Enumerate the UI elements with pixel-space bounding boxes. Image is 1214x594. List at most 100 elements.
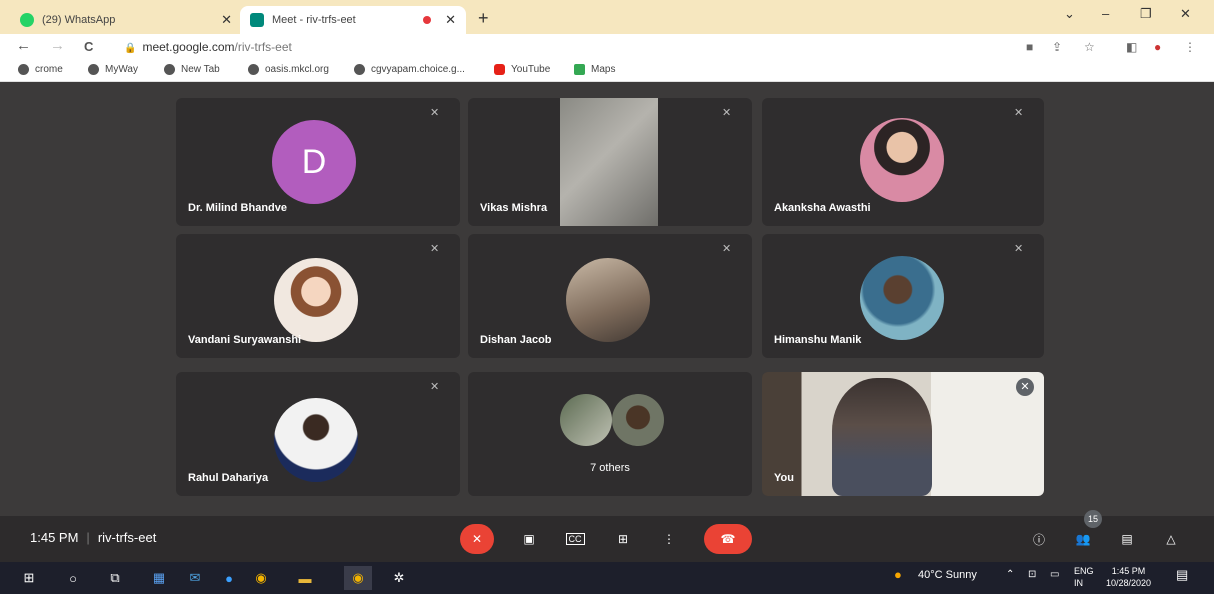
participant-name: Vandani Suryawanshi	[188, 334, 302, 346]
clock[interactable]: 1:45 PM 10/28/2020	[1106, 565, 1151, 589]
share-icon[interactable]: ⇪	[1052, 40, 1062, 54]
minimize-button[interactable]: –	[1102, 6, 1109, 21]
network-icon[interactable]: ⊡	[1028, 569, 1036, 580]
more-vert-icon: ⋮	[663, 532, 675, 546]
present-icon: ⊞	[617, 532, 629, 546]
bookmark-myway[interactable]: MyWay	[88, 64, 138, 75]
tab-search-icon[interactable]: ⌄	[1064, 6, 1075, 22]
close-tab-icon[interactable]: ✕	[445, 12, 456, 28]
back-button[interactable]: ←	[16, 37, 31, 54]
participant-tile[interactable]: ✕ Akanksha Awasthi	[762, 98, 1044, 226]
meet-icon	[250, 13, 264, 27]
mic-off-icon: ✕	[430, 107, 440, 119]
whatsapp-icon	[20, 13, 34, 27]
browser-tab-bar: (29) WhatsApp ✕ Meet - riv-trfs-eet ✕ + …	[0, 0, 1214, 34]
store-icon[interactable]: ▦	[150, 570, 168, 586]
chrome-icon[interactable]: ◉	[252, 570, 270, 586]
globe-icon	[354, 64, 365, 75]
bookmark-crome[interactable]: crome	[18, 64, 63, 75]
meeting-time: 1:45 PM	[30, 530, 79, 545]
search-icon[interactable]: ○	[64, 570, 82, 586]
new-tab-button[interactable]: +	[478, 8, 489, 29]
captions-icon: CC	[565, 533, 585, 545]
mic-off-icon: ✕	[430, 243, 440, 255]
url-path: /riv-trfs-eet	[234, 40, 292, 54]
present-button[interactable]: ⊞	[606, 524, 640, 554]
chrome-active-icon[interactable]: ◉	[344, 566, 372, 590]
meeting-details: 1:45 PM | riv-trfs-eet	[30, 530, 157, 545]
end-call-icon: ☎	[720, 532, 736, 546]
mic-toggle-button[interactable]: ✕	[460, 524, 494, 554]
tray-chevron-icon[interactable]: ⌃	[1006, 569, 1014, 580]
bookmark-maps[interactable]: Maps	[574, 64, 615, 75]
participant-name: You	[774, 472, 794, 484]
globe-icon	[248, 64, 259, 75]
more-options-button[interactable]: ⋮	[652, 524, 686, 554]
restore-button[interactable]: ❐	[1140, 6, 1152, 22]
edge-icon[interactable]: ●	[220, 570, 238, 586]
tab-meet[interactable]: Meet - riv-trfs-eet ✕	[240, 6, 466, 34]
bookmark-youtube[interactable]: YouTube	[494, 64, 550, 75]
mic-off-icon: ✕	[471, 532, 483, 546]
chat-icon: ▤	[1121, 532, 1133, 546]
mail-icon[interactable]: ✉	[186, 570, 204, 586]
bookmark-cgvyapam[interactable]: cgvyapam.choice.g...	[354, 64, 465, 75]
participant-name: Rahul Dahariya	[188, 472, 269, 484]
menu-icon[interactable]: ⋮	[1184, 40, 1196, 54]
recording-indicator-icon	[423, 16, 432, 24]
mic-off-icon: ✕	[722, 243, 732, 255]
globe-icon	[18, 64, 29, 75]
close-tab-icon[interactable]: ✕	[221, 12, 232, 28]
bookmark-star-icon[interactable]: ☆	[1084, 40, 1095, 54]
participant-tile[interactable]: ✕ Rahul Dahariya	[176, 372, 460, 496]
leave-call-button[interactable]: ☎	[704, 524, 752, 554]
globe-icon	[164, 64, 175, 75]
meeting-info-button[interactable]: ⓘ	[1022, 524, 1056, 554]
activities-button[interactable]: △	[1154, 524, 1188, 554]
url-host: meet.google.com	[142, 40, 235, 54]
windows-start-icon[interactable]: ⊞	[20, 570, 38, 586]
url-field[interactable]: 🔒 meet.google.com/riv-trfs-eet	[124, 40, 292, 54]
side-panel-icon[interactable]: ◧	[1126, 40, 1137, 54]
maps-icon	[574, 64, 585, 75]
avatar	[860, 256, 944, 340]
meeting-controls-bar: 1:45 PM | riv-trfs-eet ✕ ▣ CC ⊞ ⋮ ☎ ⓘ 👥 ▤ …	[0, 516, 1214, 562]
battery-icon[interactable]: ▭	[1050, 569, 1059, 580]
notifications-icon[interactable]: ▤	[1176, 567, 1188, 583]
file-explorer-icon[interactable]: ▬	[296, 570, 314, 586]
others-label: 7 others	[590, 462, 630, 474]
forward-button[interactable]: →	[50, 37, 65, 54]
participant-tile[interactable]: ✕ D Dr. Milind Bhandve	[176, 98, 460, 226]
participant-name: Dr. Milind Bhandve	[188, 202, 288, 214]
mic-off-icon: ✕	[1014, 107, 1024, 119]
weather-text[interactable]: 40°C Sunny	[918, 569, 977, 581]
windows-taskbar: ⊞ ○ ⧉ ▦ ✉ ● ◉ ▬ ◉ ✲ ● 40°C Sunny ⌃ ⊡ ▭ E…	[0, 562, 1214, 594]
participant-name: Akanksha Awasthi	[774, 202, 871, 214]
language-indicator[interactable]: ENG IN	[1074, 565, 1094, 589]
participant-tile[interactable]: ✕ Vandani Suryawanshi	[176, 234, 460, 358]
profile-icon[interactable]: ●	[1154, 40, 1161, 54]
mic-off-icon: ✕	[1014, 243, 1024, 255]
camera-toggle-button[interactable]: ▣	[512, 524, 546, 554]
camera-in-use-icon[interactable]: ■	[1026, 40, 1033, 54]
bookmark-new-tab[interactable]: New Tab	[164, 64, 220, 75]
participant-tile-others[interactable]: 7 others	[468, 372, 752, 496]
participant-tile[interactable]: ✕ Himanshu Manik	[762, 234, 1044, 358]
chat-button[interactable]: ▤	[1110, 524, 1144, 554]
participant-name: Vikas Mishra	[480, 202, 548, 214]
people-button[interactable]: 👥	[1066, 524, 1100, 554]
participant-tile[interactable]: ✕ Vikas Mishra	[468, 98, 752, 226]
task-view-icon[interactable]: ⧉	[106, 570, 124, 586]
bookmark-oasis[interactable]: oasis.mkcl.org	[248, 64, 329, 75]
self-view-tile[interactable]: ✕ You	[762, 372, 1044, 496]
tab-whatsapp[interactable]: (29) WhatsApp ✕	[10, 6, 242, 34]
close-window-button[interactable]: ✕	[1180, 6, 1191, 22]
participant-tile[interactable]: ✕ Dishan Jacob	[468, 234, 752, 358]
tab-title: (29) WhatsApp	[42, 14, 116, 26]
captions-button[interactable]: CC	[558, 524, 592, 554]
activities-icon: △	[1166, 532, 1176, 546]
settings-icon[interactable]: ✲	[390, 570, 408, 586]
info-icon: ⓘ	[1032, 532, 1045, 547]
address-bar: ← → C 🔒 meet.google.com/riv-trfs-eet ■ ⇪ …	[0, 34, 1214, 60]
reload-button[interactable]: C	[84, 39, 93, 54]
